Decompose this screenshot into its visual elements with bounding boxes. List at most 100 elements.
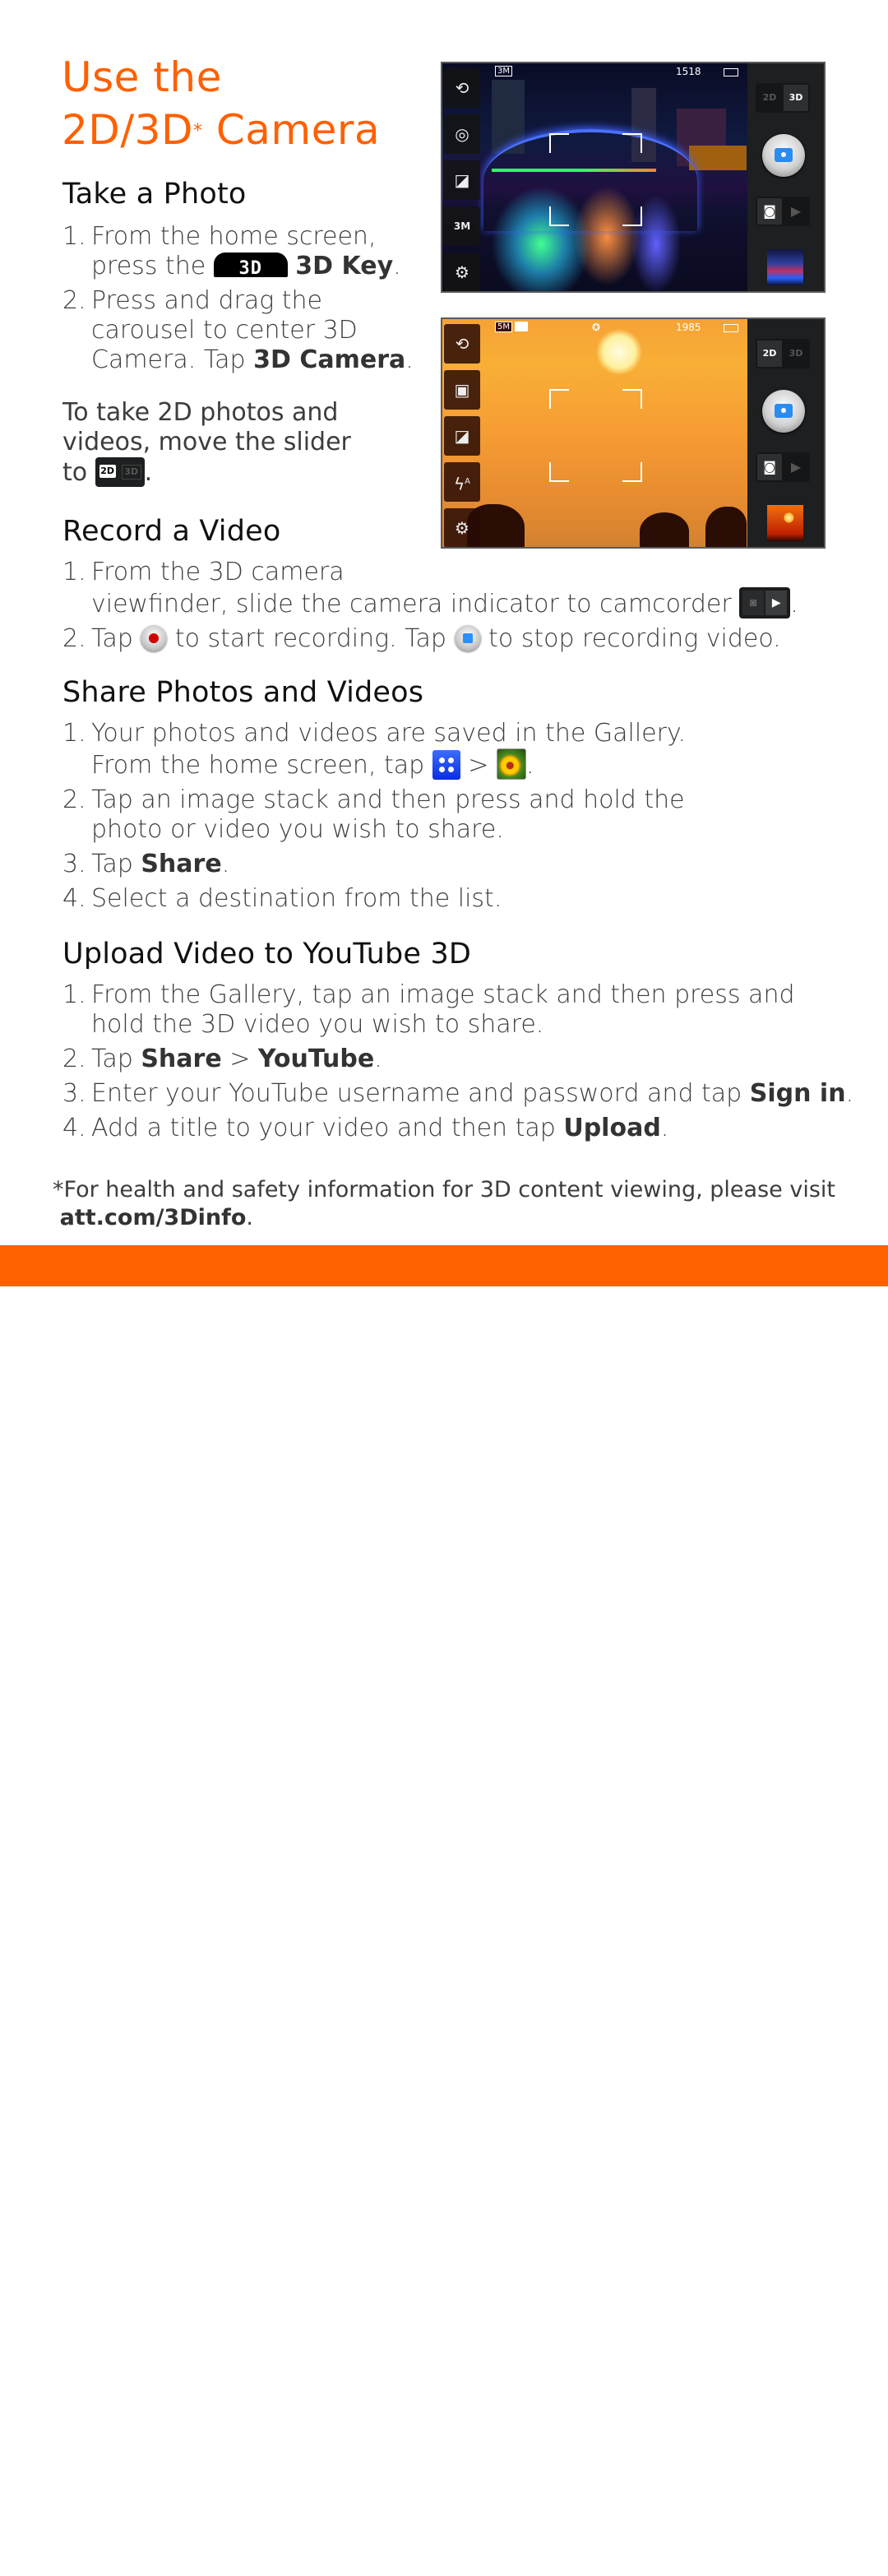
slider-2d-label: 2D [99,465,116,478]
section-heading-record-video: Record a Video [62,515,281,548]
step-number: 4. [62,884,86,913]
toggle-3d[interactable]: 3D [784,341,808,367]
step-text: From the Gallery, tap an image stack and… [91,980,795,1009]
step-number: 2. [62,286,86,315]
step-text: hold the 3D video you wish to share. [91,1010,544,1039]
step-number: 1. [62,558,86,586]
settings-icon[interactable]: ⚙ [444,508,480,547]
toggle-3d[interactable]: 3D [784,85,808,111]
2d-3d-toggle[interactable]: 2D 3D [756,83,810,113]
camera-camcorder-toggle[interactable]: ◙ ▶ [756,452,810,482]
separator: > [460,751,497,780]
bridge-deck [492,169,656,172]
camera-mode-icon[interactable]: ◙ [757,454,782,480]
list-item: 1. From the Gallery, tap an image stack … [62,980,876,1040]
shutter-button[interactable] [762,134,805,177]
step-text: Tap [91,1045,141,1073]
scene-indicator-icon [515,322,528,331]
title-line-2-end: Camera [202,106,381,154]
punctuation: . [246,1205,253,1230]
step-text: Your photos and videos are saved in the … [91,719,686,748]
step-text: carousel to center 3D [91,316,358,345]
step-text: Camera. Tap [91,345,254,374]
toggle-2d[interactable]: 2D [757,341,782,367]
battery-icon [724,68,738,76]
footnote-link[interactable]: att.com/3Dinfo [60,1205,247,1230]
2d-3d-toggle[interactable]: 2D 3D [756,339,810,368]
list-item: 4. Select a destination from the list. [62,884,868,914]
camel-silhouette [640,512,689,547]
battery-icon [724,324,738,332]
resolution-3m-icon[interactable]: 3M [444,206,480,246]
step-number: 2. [62,785,86,814]
step-text: to start recording. Tap [167,624,455,653]
punctuation: . [405,345,414,374]
settings-icon[interactable]: ⚙ [444,253,480,291]
list-item: 1. From the home screen, press the 3D 3D… [62,222,424,281]
step-number: 2. [62,1045,86,1073]
camera-camcorder-toggle[interactable]: ◙ ▶ [756,197,810,226]
shutter-button[interactable] [762,390,805,433]
punctuation: . [845,1079,854,1108]
list-item: 2. Tap Share > YouTube. [62,1045,876,1074]
camera-switch-icon[interactable]: ⟲ [444,68,480,108]
flash-auto-icon[interactable]: ϟA [444,462,480,502]
camera-right-panel: 2D 3D ◙ ▶ [747,319,824,547]
step-text: Tap [91,624,141,653]
camera-right-panel: 2D 3D ◙ ▶ [747,63,824,291]
exposure-icon[interactable]: ◪ [444,160,480,200]
bold-term: YouTube [257,1045,375,1073]
step-number: 1. [62,222,86,251]
punctuation: . [374,1045,382,1073]
resolution-badge: 3M [495,66,512,76]
step-number: 3. [62,850,86,878]
3d-key-label: 3D [238,258,262,279]
focus-frame-corner [622,389,642,409]
step-text: press the [91,252,214,280]
last-photo-thumbnail[interactable] [767,505,803,541]
bold-term: Share [141,1045,222,1073]
camera-mode-icon: ◙ [742,591,765,615]
step-number: 2. [62,624,86,653]
separator: > [221,1045,258,1073]
camera-screenshot-2d: 5M ✪ 1985 ⟲ ▣ ◪ ϟA ⚙ 2D 3D ◙ ▶ [441,317,826,549]
toggle-2d[interactable]: 2D [757,85,782,111]
focus-frame-corner [622,462,642,482]
share-steps: 1. Your photos and videos are saved in t… [62,719,868,919]
scene-mode-icon[interactable]: ▣ [444,370,480,410]
camcorder-mode-icon[interactable]: ▶ [784,198,808,225]
step-text: Tap an image stack and then press and ho… [91,785,685,814]
camera-switch-icon[interactable]: ⟲ [444,324,480,364]
effects-icon[interactable]: ◎ [444,114,480,154]
camcorder-mode-icon[interactable]: ▶ [784,454,808,480]
viewfinder: 5M ✪ 1985 [442,319,747,547]
bold-term: Sign in [749,1079,846,1108]
step-text: Add a title to your video and then tap [91,1114,564,1142]
slider-3d-label: 3D [121,465,141,480]
camera-left-toolbar: ⟲ ◎ ◪ 3M ⚙ [442,63,482,291]
camcorder-indicator-icon: ◙ ▶ [739,587,791,619]
building [689,146,747,170]
camcorder-mode-icon: ▶ [765,591,788,615]
camera-icon [775,148,793,162]
punctuation: . [221,850,230,878]
punctuation: . [660,1114,669,1142]
camera-mode-icon[interactable]: ◙ [757,198,782,225]
camera-screenshot-3d: 3M 1518 ⟲ ◎ ◪ 3M ⚙ 2D 3D ◙ ▶ [441,62,826,293]
focus-frame-corner [622,133,642,153]
last-photo-thumbnail[interactable] [767,249,803,285]
focus-frame-corner [549,389,569,409]
title-line-2: 2D/3D [62,106,193,154]
flash-auto-label: A [465,477,471,486]
page-title: Use the 2D/3D* Camera [62,51,380,156]
step-number: 1. [62,980,86,1009]
focus-frame-corner [622,206,642,226]
title-line-1: Use the [62,53,222,101]
gallery-icon [496,748,526,780]
3d-key-icon: 3D [213,253,288,279]
exposure-icon[interactable]: ◪ [444,416,480,456]
shots-remaining: 1985 [676,322,701,333]
footnote-text: *For health and safety information for 3… [53,1177,835,1202]
note-text: videos, move the slider [62,428,351,456]
record-button-icon [141,625,168,651]
